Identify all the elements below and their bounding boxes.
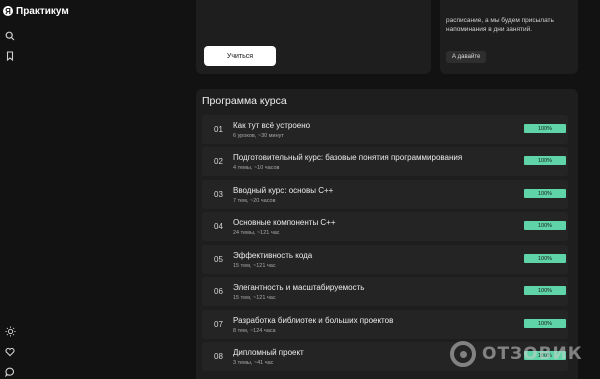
module-progress: 100%: [524, 156, 566, 165]
module-meta: 4 темы, ~10 часов: [233, 165, 280, 171]
module-row[interactable]: 02 Подготовительный курс: базовые поняти…: [202, 147, 568, 176]
module-number: 04: [214, 222, 223, 231]
module-title: Дипломный проект: [233, 348, 304, 357]
module-title: Эффективность кода: [233, 251, 313, 260]
module-title: Элегантность и масштабируемость: [233, 283, 365, 292]
module-title: Подготовительный курс: базовые понятия п…: [233, 153, 463, 162]
module-number: 02: [214, 157, 223, 166]
module-meta: 15 тем, ~121 час: [233, 263, 276, 269]
module-meta: 3 темы, ~41 час: [233, 360, 274, 366]
module-title: Как тут всё устроено: [233, 121, 311, 130]
module-row[interactable]: 07 Разработка библиотек и больших проект…: [202, 310, 568, 339]
module-progress: 100%: [524, 124, 566, 133]
module-progress: 100%: [524, 286, 566, 295]
agree-button[interactable]: А давайте: [446, 51, 487, 63]
search-icon[interactable]: [4, 30, 16, 42]
logo-text: Практикум: [16, 5, 69, 17]
watermark-text: ОТЗОВИК: [482, 344, 583, 364]
study-button[interactable]: Учиться: [204, 46, 276, 66]
module-number: 05: [214, 255, 223, 264]
module-row[interactable]: 03 Вводный курс: основы C++ 7 тем, ~20 ч…: [202, 180, 568, 209]
program-title: Программа курса: [202, 95, 287, 107]
module-progress: 100%: [524, 319, 566, 328]
heart-icon[interactable]: [4, 346, 16, 358]
module-row[interactable]: 01 Как тут всё устроено 6 уроков, ~30 ми…: [202, 115, 568, 144]
module-number: 07: [214, 320, 223, 329]
logo-mark: Я: [3, 6, 13, 16]
module-row[interactable]: 05 Эффективность кода 15 тем, ~121 час 1…: [202, 245, 568, 274]
module-number: 01: [214, 125, 223, 134]
module-meta: 6 уроков, ~30 минут: [233, 133, 284, 139]
module-number: 06: [214, 287, 223, 296]
module-title: Разработка библиотек и больших проектов: [233, 316, 394, 325]
module-meta: 15 тем, ~121 час: [233, 295, 276, 301]
module-number: 03: [214, 190, 223, 199]
sidebar: Я Практикум: [0, 0, 69, 379]
reminder-text: расписание, а мы будем присылать напомин…: [446, 17, 554, 33]
chat-icon[interactable]: [4, 366, 16, 378]
module-progress: 100%: [524, 221, 566, 230]
module-progress: 100%: [524, 189, 566, 198]
module-title: Основные компоненты C++: [233, 218, 336, 227]
otzovik-logo-icon: [450, 341, 476, 367]
otzovik-watermark: ОТЗОВИК: [450, 339, 583, 369]
reminder-card: расписание, а мы будем присылать напомин…: [440, 0, 578, 74]
course-card: Учиться: [196, 0, 431, 74]
module-meta: 24 темы, ~121 час: [233, 230, 280, 236]
module-progress: 100%: [524, 254, 566, 263]
bookmark-icon[interactable]: [4, 50, 16, 62]
module-meta: 8 тем, ~124 часа: [233, 328, 276, 334]
module-meta: 7 тем, ~20 часов: [233, 198, 276, 204]
module-row[interactable]: 04 Основные компоненты C++ 24 темы, ~121…: [202, 212, 568, 241]
module-title: Вводный курс: основы C++: [233, 186, 334, 195]
module-number: 08: [214, 352, 223, 361]
praktikum-logo[interactable]: Я Практикум: [3, 4, 69, 18]
module-row[interactable]: 06 Элегантность и масштабируемость 15 те…: [202, 277, 568, 306]
sun-icon[interactable]: [4, 325, 16, 337]
course-program: Программа курса 01 Как тут всё устроено …: [196, 89, 578, 379]
